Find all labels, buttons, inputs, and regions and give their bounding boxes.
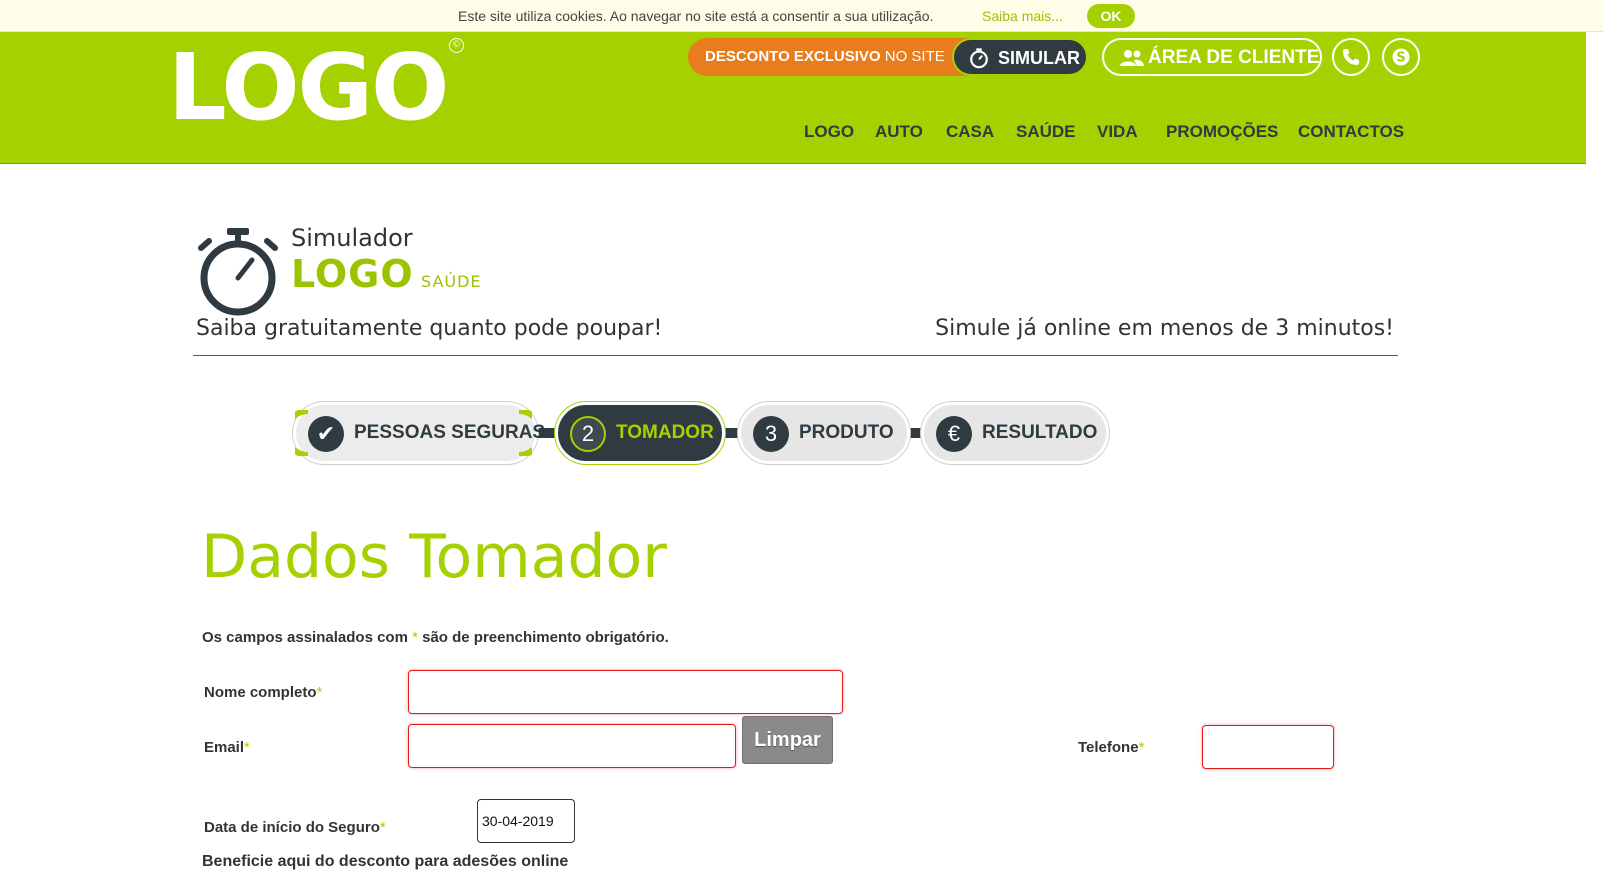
nav-item-auto[interactable]: AUTO bbox=[875, 122, 923, 142]
euro-icon: € bbox=[936, 416, 972, 452]
step-label: RESULTADO bbox=[982, 422, 1098, 443]
progress-arc-icon bbox=[518, 410, 532, 456]
benefit-text: Beneficie aqui do desconto para adesões … bbox=[202, 853, 569, 870]
divider bbox=[193, 355, 1398, 356]
email-field[interactable] bbox=[408, 724, 736, 768]
simulator-product: SAÚDE bbox=[421, 272, 482, 291]
step-label: TOMADOR bbox=[616, 422, 714, 443]
simulator-brand: LOGO bbox=[291, 252, 414, 296]
skype-icon: S bbox=[1392, 48, 1410, 66]
phone-field[interactable] bbox=[1202, 725, 1334, 769]
name-label: Nome completo* bbox=[204, 684, 323, 701]
stopwatch-icon bbox=[970, 48, 988, 69]
tagline-left: Saiba gratuitamente quanto pode poupar! bbox=[196, 316, 663, 341]
step-produto[interactable]: 3 PRODUTO bbox=[738, 402, 910, 464]
step-tomador[interactable]: 2 TOMADOR bbox=[555, 402, 725, 464]
client-area-button[interactable]: ÁREA DE CLIENTE bbox=[1102, 38, 1322, 76]
step-label: PRODUTO bbox=[799, 422, 894, 443]
svg-text:S: S bbox=[1396, 51, 1405, 66]
cookie-more-link[interactable]: Saiba mais... bbox=[982, 8, 1063, 24]
discount-label: DESCONTO EXCLUSIVO NO SITE bbox=[705, 48, 945, 65]
tagline-right: Simule já online em menos de 3 minutos! bbox=[935, 316, 1394, 341]
nav-item-saude[interactable]: SAÚDE bbox=[1016, 122, 1076, 142]
nav-item-contactos[interactable]: CONTACTOS bbox=[1298, 122, 1404, 142]
simular-button[interactable]: SIMULAR bbox=[952, 38, 1088, 76]
start-date-label: Data de início do Seguro* bbox=[204, 819, 386, 836]
step-label: PESSOAS SEGURAS bbox=[354, 422, 546, 443]
name-field[interactable] bbox=[408, 670, 843, 714]
nav-item-vida[interactable]: VIDA bbox=[1097, 122, 1138, 142]
skype-button[interactable]: S bbox=[1382, 38, 1420, 76]
required-note: Os campos assinalados com * são de preen… bbox=[202, 629, 669, 646]
phone-label: Telefone* bbox=[1078, 739, 1145, 756]
step-pessoas-seguras[interactable]: ✔ PESSOAS SEGURAS bbox=[293, 402, 545, 464]
users-icon bbox=[1120, 50, 1144, 66]
copyright-mark: © bbox=[449, 38, 464, 53]
cookie-bar: Este site utiliza cookies. Ao navegar no… bbox=[0, 0, 1603, 32]
start-date-field[interactable] bbox=[477, 799, 575, 843]
client-area-label: ÁREA DE CLIENTE bbox=[1148, 47, 1320, 68]
stopwatch-icon bbox=[198, 228, 278, 316]
nav-item-casa[interactable]: CASA bbox=[946, 122, 994, 142]
phone-icon bbox=[1343, 49, 1359, 65]
simular-label: SIMULAR bbox=[998, 48, 1080, 68]
step-number: 3 bbox=[753, 416, 789, 452]
nav-item-promocoes[interactable]: PROMOÇÕES bbox=[1166, 122, 1278, 142]
site-logo[interactable]: LOGO bbox=[168, 34, 449, 142]
progress-arc-icon bbox=[295, 410, 309, 456]
clear-button[interactable]: Limpar bbox=[742, 716, 833, 764]
cookie-message: Este site utiliza cookies. Ao navegar no… bbox=[458, 8, 934, 24]
check-icon: ✔ bbox=[308, 416, 344, 452]
phone-button[interactable] bbox=[1332, 38, 1370, 76]
email-label: Email* bbox=[204, 739, 250, 756]
step-resultado[interactable]: € RESULTADO bbox=[921, 402, 1109, 464]
site-header: LOGO © DESCONTO EXCLUSIVO NO SITE SIMULA… bbox=[0, 32, 1603, 164]
simulator-word: Simulador bbox=[291, 224, 413, 252]
page-edge bbox=[1586, 32, 1603, 873]
step-number: 2 bbox=[570, 416, 606, 452]
cookie-ok-button[interactable]: OK bbox=[1087, 4, 1135, 28]
nav-item-logo[interactable]: LOGO bbox=[804, 122, 854, 142]
form-title: Dados Tomador bbox=[201, 522, 667, 592]
